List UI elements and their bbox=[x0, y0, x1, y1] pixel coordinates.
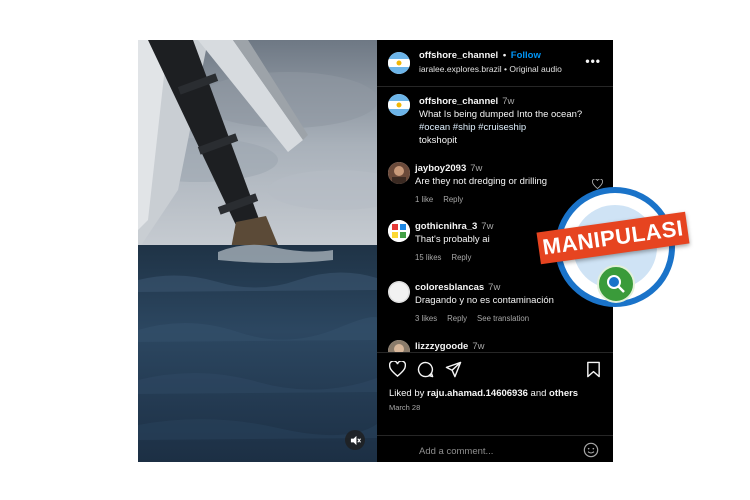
comment-time: 7w bbox=[472, 341, 485, 352]
user-photo-icon bbox=[388, 340, 410, 352]
post-actions: Liked by raju.ahamad.14606936 and others… bbox=[377, 352, 613, 463]
post-header: offshore_channel • Follow iaralee.explor… bbox=[377, 40, 613, 87]
header-username[interactable]: offshore_channel bbox=[419, 50, 498, 61]
caption-avatar[interactable] bbox=[388, 94, 410, 116]
comment-likes[interactable]: 3 likes bbox=[415, 314, 437, 323]
reply-button[interactable]: Reply bbox=[447, 314, 467, 323]
comment-body: lizzzygoode 7w bbox=[415, 340, 585, 352]
avatar[interactable] bbox=[388, 220, 410, 242]
comment-meta: 3 likes Reply See translation bbox=[415, 314, 539, 323]
comment-username[interactable]: gothicnihra_3 bbox=[415, 221, 477, 232]
caption-text: What Is being dumped Into the ocean? bbox=[419, 109, 583, 120]
comment-time: 7w bbox=[470, 163, 483, 174]
comment-body: coloresblancas 7w Dragando y no es contam… bbox=[415, 281, 585, 307]
avatar[interactable] bbox=[388, 340, 410, 352]
caption-time: 7w bbox=[502, 96, 515, 107]
bookmark-icon[interactable] bbox=[586, 361, 601, 378]
flag-avatar-icon bbox=[388, 94, 410, 116]
see-translation-link[interactable]: See translation bbox=[477, 314, 529, 323]
header-username-row: offshore_channel • Follow bbox=[419, 50, 541, 61]
user-photo-icon bbox=[388, 162, 410, 184]
avatar[interactable] bbox=[388, 52, 410, 74]
post-date[interactable]: March 28 bbox=[389, 403, 420, 412]
likes-conj: and bbox=[530, 388, 547, 399]
header-separator: • bbox=[502, 50, 507, 61]
avatar[interactable] bbox=[388, 162, 410, 184]
more-icon[interactable]: ••• bbox=[585, 54, 601, 68]
comment-username[interactable]: jayboy2093 bbox=[415, 163, 466, 174]
comment-username[interactable]: lizzzygoode bbox=[415, 341, 468, 352]
ocean-scene-image bbox=[138, 40, 377, 462]
comment-meta: 15 likes Reply bbox=[415, 253, 481, 262]
comment-likes[interactable]: 15 likes bbox=[415, 253, 441, 262]
caption-username[interactable]: offshore_channel bbox=[419, 96, 498, 107]
post-video[interactable] bbox=[138, 40, 377, 462]
comment-meta: 1 like Reply bbox=[415, 195, 473, 204]
comment-time: 7w bbox=[481, 221, 494, 232]
share-icon[interactable] bbox=[445, 361, 462, 378]
heart-icon[interactable] bbox=[389, 361, 406, 377]
reply-button[interactable]: Reply bbox=[443, 195, 463, 204]
avatar[interactable] bbox=[388, 281, 410, 303]
header-subline[interactable]: iaralee.explores.brazil • Original audio bbox=[419, 64, 562, 74]
default-avatar-icon bbox=[388, 281, 410, 303]
likes-prefix: Liked by bbox=[389, 388, 425, 399]
add-comment-input[interactable]: Add a comment... bbox=[419, 446, 493, 457]
add-comment-bar: Add a comment... bbox=[377, 435, 613, 464]
flag-avatar-icon bbox=[388, 52, 410, 74]
comment-time: 7w bbox=[488, 282, 501, 293]
comment-text: That's probably ai bbox=[415, 234, 490, 245]
reply-button[interactable]: Reply bbox=[451, 253, 471, 262]
caption-hashtags[interactable]: #ocean #ship #cruiseship bbox=[419, 122, 526, 133]
emoji-icon[interactable] bbox=[583, 442, 599, 458]
comment-text: Dragando y no es contaminación bbox=[415, 295, 554, 306]
user-photo-icon bbox=[388, 220, 410, 242]
likes-others[interactable]: others bbox=[549, 388, 578, 399]
post-caption: offshore_channel 7w What Is being dumped … bbox=[419, 95, 604, 147]
comment-username[interactable]: coloresblancas bbox=[415, 282, 484, 293]
cekfakta-logo-icon bbox=[597, 265, 635, 303]
comment-text: Are they not dredging or drilling bbox=[415, 176, 548, 187]
magnifier-check-icon bbox=[607, 275, 625, 293]
comment-icon[interactable] bbox=[417, 361, 434, 378]
caption-extra: tokshopit bbox=[419, 135, 458, 146]
comment-body: jayboy2093 7w Are they not dredging or dr… bbox=[415, 162, 585, 188]
likes-user[interactable]: raju.ahamad.14606936 bbox=[427, 388, 528, 399]
follow-button[interactable]: Follow bbox=[511, 50, 541, 61]
comment-item: lizzzygoode 7w bbox=[377, 340, 613, 352]
mute-button[interactable] bbox=[345, 430, 365, 450]
likes-line: Liked by raju.ahamad.14606936 and others bbox=[389, 388, 578, 399]
mute-icon bbox=[350, 435, 361, 445]
comment-likes[interactable]: 1 like bbox=[415, 195, 433, 204]
